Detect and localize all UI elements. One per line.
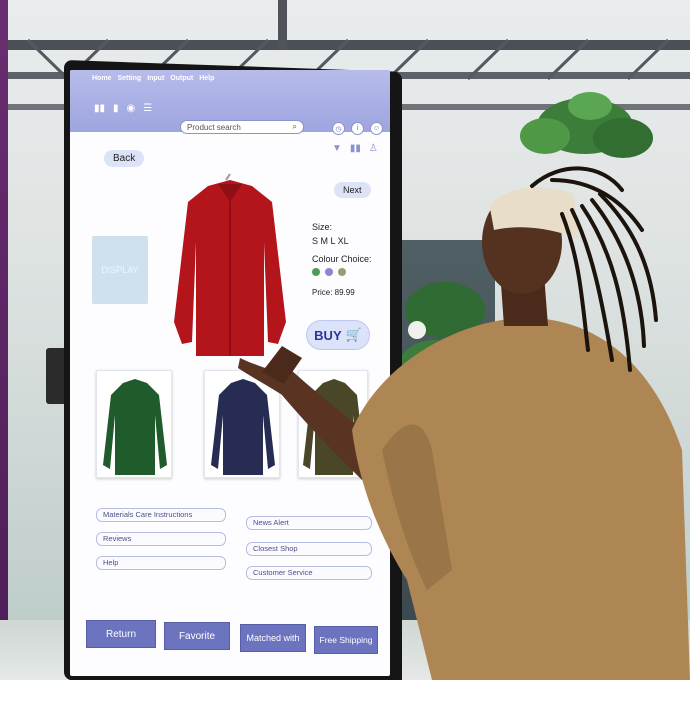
menu-setting[interactable]: Setting: [117, 75, 141, 82]
menu-input[interactable]: Input: [147, 75, 164, 82]
menu-help[interactable]: Help: [199, 75, 214, 82]
target-icon[interactable]: ◉: [127, 104, 136, 114]
search-icon: ⌕: [292, 122, 297, 131]
back-button[interactable]: Back: [104, 150, 145, 167]
menu-output[interactable]: Output: [170, 75, 193, 82]
ghost-display-card: DISPLAY: [92, 236, 148, 304]
favorite-button[interactable]: Favorite: [164, 622, 230, 650]
user-icon[interactable]: ☺: [370, 122, 383, 135]
link-reviews[interactable]: Reviews: [96, 532, 226, 546]
green-shirt-image: [103, 379, 167, 475]
top-menu: Home Setting Input Output Help: [92, 75, 214, 82]
bookmark-icon[interactable]: ▮: [113, 104, 119, 114]
return-button[interactable]: Return: [86, 620, 156, 648]
link-materials-care[interactable]: Materials Care Instructions: [96, 508, 226, 522]
info-icon[interactable]: i: [351, 122, 364, 135]
account-icons: ◷ i ☺: [332, 122, 383, 135]
frame-edge: [0, 0, 8, 680]
clock-icon[interactable]: ◷: [332, 122, 345, 135]
menu-home[interactable]: Home: [92, 75, 111, 82]
ghost-text: DISPLAY: [101, 265, 139, 275]
search-placeholder: Product search: [187, 122, 241, 132]
photo-scene: Home Setting Input Output Help ▮▮ ▮ ◉ ☰ …: [0, 0, 690, 680]
customer-person: [238, 166, 690, 680]
thumbnail-green-shirt[interactable]: [96, 370, 172, 478]
link-help[interactable]: Help: [96, 556, 226, 570]
search-input[interactable]: Product search ⌕: [180, 120, 304, 134]
hamburger-menu-icon[interactable]: ☰: [143, 104, 152, 114]
book-icon[interactable]: ▮▮: [94, 104, 105, 114]
toolbar-icons: ▮▮ ▮ ◉ ☰: [94, 104, 152, 114]
